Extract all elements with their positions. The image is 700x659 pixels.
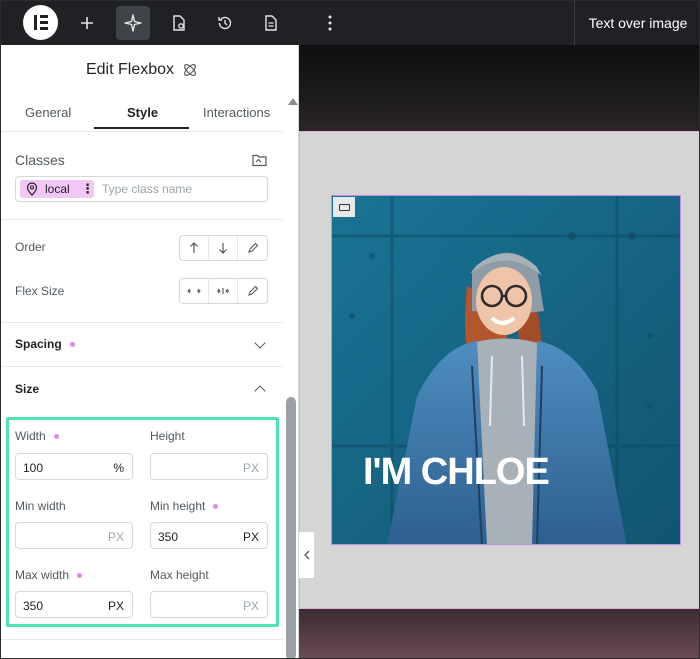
height-unit-selector[interactable]: PX <box>243 461 259 475</box>
history-icon <box>218 16 232 30</box>
section-divider <box>1 366 283 367</box>
page-settings-icon <box>173 15 185 31</box>
min-width-label: Min width <box>15 499 66 513</box>
spacing-section-toggle[interactable]: Spacing <box>15 337 75 351</box>
chevron-left-icon <box>303 550 309 560</box>
pencil-icon <box>247 242 258 253</box>
add-element-button[interactable] <box>70 6 104 40</box>
expand-horizontal-icon <box>187 288 201 294</box>
min-height-label: Min height <box>150 499 206 513</box>
section-divider <box>1 639 283 640</box>
max-height-unit-selector[interactable]: PX <box>243 599 259 613</box>
max-width-input[interactable]: 350 PX <box>15 591 133 618</box>
tab-style[interactable]: Style <box>127 105 158 120</box>
width-label: Width <box>15 429 46 443</box>
width-unit-selector[interactable]: % <box>113 461 124 475</box>
atom-icon <box>184 64 196 76</box>
bottom-section <box>299 609 699 658</box>
max-height-label: Max height <box>150 568 209 582</box>
more-options-button[interactable] <box>313 6 347 40</box>
min-height-unit-selector[interactable]: PX <box>243 530 259 544</box>
spacing-title: Spacing <box>15 337 62 351</box>
size-section-toggle[interactable]: Size <box>15 382 39 396</box>
height-input[interactable]: PX <box>150 453 268 480</box>
location-pin-icon <box>26 182 38 196</box>
order-last-button[interactable] <box>209 236 238 260</box>
tab-style-underline <box>94 127 189 129</box>
min-height-value: 350 <box>158 530 179 544</box>
section-divider <box>1 322 283 323</box>
collapse-panel-button[interactable] <box>299 531 315 579</box>
shrink-horizontal-icon <box>217 288 229 294</box>
headline-text[interactable]: I'M CHLOE <box>363 451 550 494</box>
document-icon <box>265 15 277 31</box>
max-height-input[interactable]: PX <box>150 591 268 618</box>
classes-label: Classes <box>15 152 65 168</box>
sparkle-icon <box>124 14 142 32</box>
arrow-down-icon <box>219 243 227 254</box>
max-width-unit-selector[interactable]: PX <box>108 599 124 613</box>
panel-title: Edit Flexbox <box>85 61 175 78</box>
modified-indicator <box>53 434 59 440</box>
tabs-divider <box>1 131 283 132</box>
max-width-value: 350 <box>23 599 44 613</box>
scroll-up-arrow-icon[interactable] <box>288 98 298 105</box>
height-label: Height <box>150 429 185 443</box>
max-width-label: Max width <box>15 568 70 582</box>
class-input-placeholder: Type class name <box>102 182 193 196</box>
tab-interactions[interactable]: Interactions <box>203 105 270 120</box>
width-label-row: Width <box>15 429 59 443</box>
modified-indicator <box>213 504 219 510</box>
min-height-input[interactable]: 350 PX <box>150 522 268 549</box>
class-chip-local[interactable]: local ⋮ <box>20 180 94 198</box>
order-custom-button[interactable] <box>238 236 267 260</box>
element-handle-icon[interactable] <box>333 197 355 217</box>
preview-canvas <box>299 45 699 658</box>
min-width-unit-selector[interactable]: PX <box>108 530 124 544</box>
modified-indicator <box>69 342 75 348</box>
folder-icon[interactable] <box>252 153 267 167</box>
min-width-input[interactable]: PX <box>15 522 133 549</box>
class-chip-label: local <box>45 182 70 196</box>
section-divider <box>1 219 283 220</box>
order-label: Order <box>15 240 46 254</box>
chevron-down-icon[interactable] <box>254 337 266 349</box>
document-button[interactable] <box>254 6 288 40</box>
flex-size-controls <box>179 278 268 304</box>
pencil-icon <box>247 285 258 296</box>
top-bar: Text over image <box>1 1 699 45</box>
elementor-logo-icon[interactable] <box>23 5 58 40</box>
edit-panel: Edit Flexbox General Style Interactions … <box>1 45 299 658</box>
arrow-up-icon <box>190 242 198 253</box>
flex-shrink-button[interactable] <box>209 279 238 303</box>
history-button[interactable] <box>208 6 242 40</box>
panel-header: Edit Flexbox <box>1 45 283 95</box>
tab-general[interactable]: General <box>25 105 71 120</box>
flex-custom-button[interactable] <box>238 279 267 303</box>
order-first-button[interactable] <box>180 236 209 260</box>
max-width-label-row: Max width <box>15 568 83 582</box>
structure-button[interactable] <box>116 6 150 40</box>
size-title: Size <box>15 382 40 396</box>
editor-window: Text over image Edit Flexbox General Sty… <box>0 0 700 659</box>
dark-header-section <box>299 45 699 131</box>
width-value: 100 <box>23 461 44 475</box>
chip-more-icon[interactable]: ⋮ <box>81 181 94 197</box>
width-input[interactable]: 100 % <box>15 453 133 480</box>
min-height-label-row: Min height <box>150 499 219 513</box>
chevron-up-icon[interactable] <box>254 385 266 397</box>
flex-grow-button[interactable] <box>180 279 209 303</box>
plus-icon <box>81 17 93 29</box>
order-controls <box>179 235 268 261</box>
flex-size-label: Flex Size <box>15 284 65 298</box>
class-name-input[interactable]: local ⋮ Type class name <box>15 176 268 202</box>
modified-indicator <box>77 573 83 579</box>
more-vertical-icon <box>328 15 332 31</box>
scrollbar-thumb[interactable] <box>286 397 296 658</box>
page-settings-button[interactable] <box>162 6 196 40</box>
page-title[interactable]: Text over image <box>575 1 699 45</box>
